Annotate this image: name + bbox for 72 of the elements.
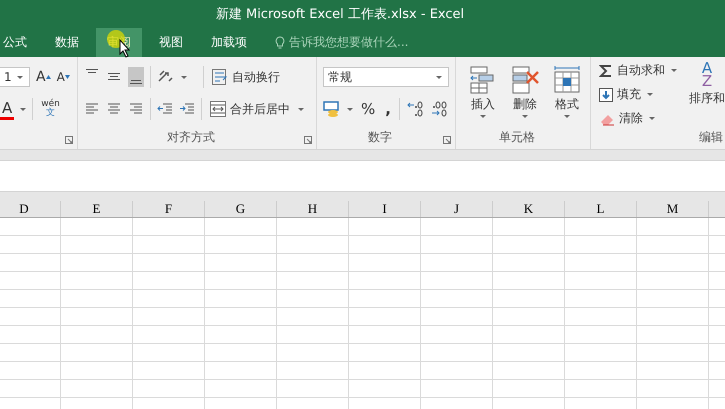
caret-icon [649, 117, 655, 120]
ribbon-button[interactable]: 格式 [546, 64, 588, 129]
ribbon-button[interactable]: 清除 [597, 108, 645, 129]
insert-cells-icon [470, 66, 494, 94]
caret-icon [298, 108, 304, 110]
wrap-text-icon [212, 69, 228, 85]
merge-cells-icon [210, 101, 226, 117]
format-cells-icon [554, 66, 580, 92]
percent-button[interactable]: % [359, 98, 378, 120]
align-lines-icon [108, 73, 120, 81]
vertical-align-button[interactable] [128, 67, 144, 87]
grow-font-button[interactable]: A [36, 67, 51, 87]
delete-cells-icon [512, 66, 540, 94]
sort-filter-button[interactable]: A Z 排序和 [683, 60, 725, 129]
window-title: 新建 Microsoft Excel 工作表.xlsx - Excel [0, 0, 725, 28]
ribbon-tab[interactable]: 数据 [44, 28, 90, 57]
dialog-launcher-icon[interactable] [443, 136, 451, 144]
column-header[interactable]: F [133, 201, 205, 217]
sum-icon [599, 64, 613, 78]
column-header[interactable]: G [205, 201, 277, 217]
column-header[interactable]: E [61, 201, 133, 217]
group-label: 数字 [367, 129, 393, 146]
caret-icon [647, 93, 653, 96]
increase-indent-icon[interactable] [179, 102, 195, 116]
column-header[interactable]: H [277, 201, 349, 217]
column-header[interactable]: M [637, 201, 709, 217]
ribbon-tab[interactable]: 公式 [0, 28, 38, 57]
comma-button[interactable]: , [383, 98, 393, 120]
column-header[interactable]: L [565, 201, 637, 217]
ribbon-button[interactable]: 填充 [597, 84, 643, 105]
column-header[interactable]: K [493, 201, 565, 217]
wrap-text-button[interactable]: 自动换行 [210, 66, 282, 88]
decrease-indent-icon[interactable] [157, 102, 173, 116]
column-header[interactable]: J [421, 201, 493, 217]
align-lines-icon [130, 80, 142, 85]
caret-icon [522, 115, 528, 118]
column-header[interactable]: D [0, 201, 61, 217]
font-color-button[interactable]: A [0, 98, 14, 120]
ribbon-button[interactable]: 插入 [462, 64, 504, 129]
ribbon-button[interactable]: 删除 [504, 64, 546, 129]
down-arrow-icon [64, 75, 70, 79]
tell-me-field[interactable]: 告诉我您想要做什么... [289, 34, 408, 51]
increase-decimal-icon[interactable] [406, 101, 424, 117]
fill-down-icon [599, 88, 613, 102]
caret-icon [17, 76, 23, 78]
up-arrow-icon [46, 75, 51, 79]
group-label: 对齐方式 [166, 129, 216, 146]
merge-center-button[interactable]: 合并后居中 [208, 98, 292, 120]
column-header[interactable]: I [349, 201, 421, 217]
ribbon-tab[interactable]: 视图 [148, 28, 194, 57]
caret-icon [564, 115, 570, 118]
caret-icon [436, 76, 442, 78]
decrease-decimal-icon[interactable] [430, 101, 448, 117]
lightbulb-icon [275, 36, 285, 50]
ribbon-tab[interactable]: 加载项 [200, 28, 258, 57]
dialog-launcher-icon[interactable] [304, 136, 312, 144]
number-format-field[interactable]: 常规 [323, 67, 449, 87]
caret-icon [347, 108, 353, 110]
shrink-font-button[interactable]: A [56, 68, 70, 86]
group-label: 编辑 [698, 129, 724, 146]
ribbon-button[interactable]: 自动求和 [597, 60, 667, 81]
caret-icon [480, 115, 486, 118]
caret-icon [671, 69, 677, 72]
phonetic-button[interactable]: wén 文 [39, 98, 62, 120]
caret-icon [20, 108, 26, 110]
currency-icon[interactable] [323, 101, 341, 117]
font-size-field[interactable]: 1 [0, 67, 30, 87]
align-lines-icon [86, 69, 98, 74]
group-label: 单元格 [498, 129, 536, 146]
dialog-launcher-icon[interactable] [65, 136, 73, 144]
cell-grid[interactable] [0, 218, 725, 409]
caret-icon [181, 76, 187, 78]
